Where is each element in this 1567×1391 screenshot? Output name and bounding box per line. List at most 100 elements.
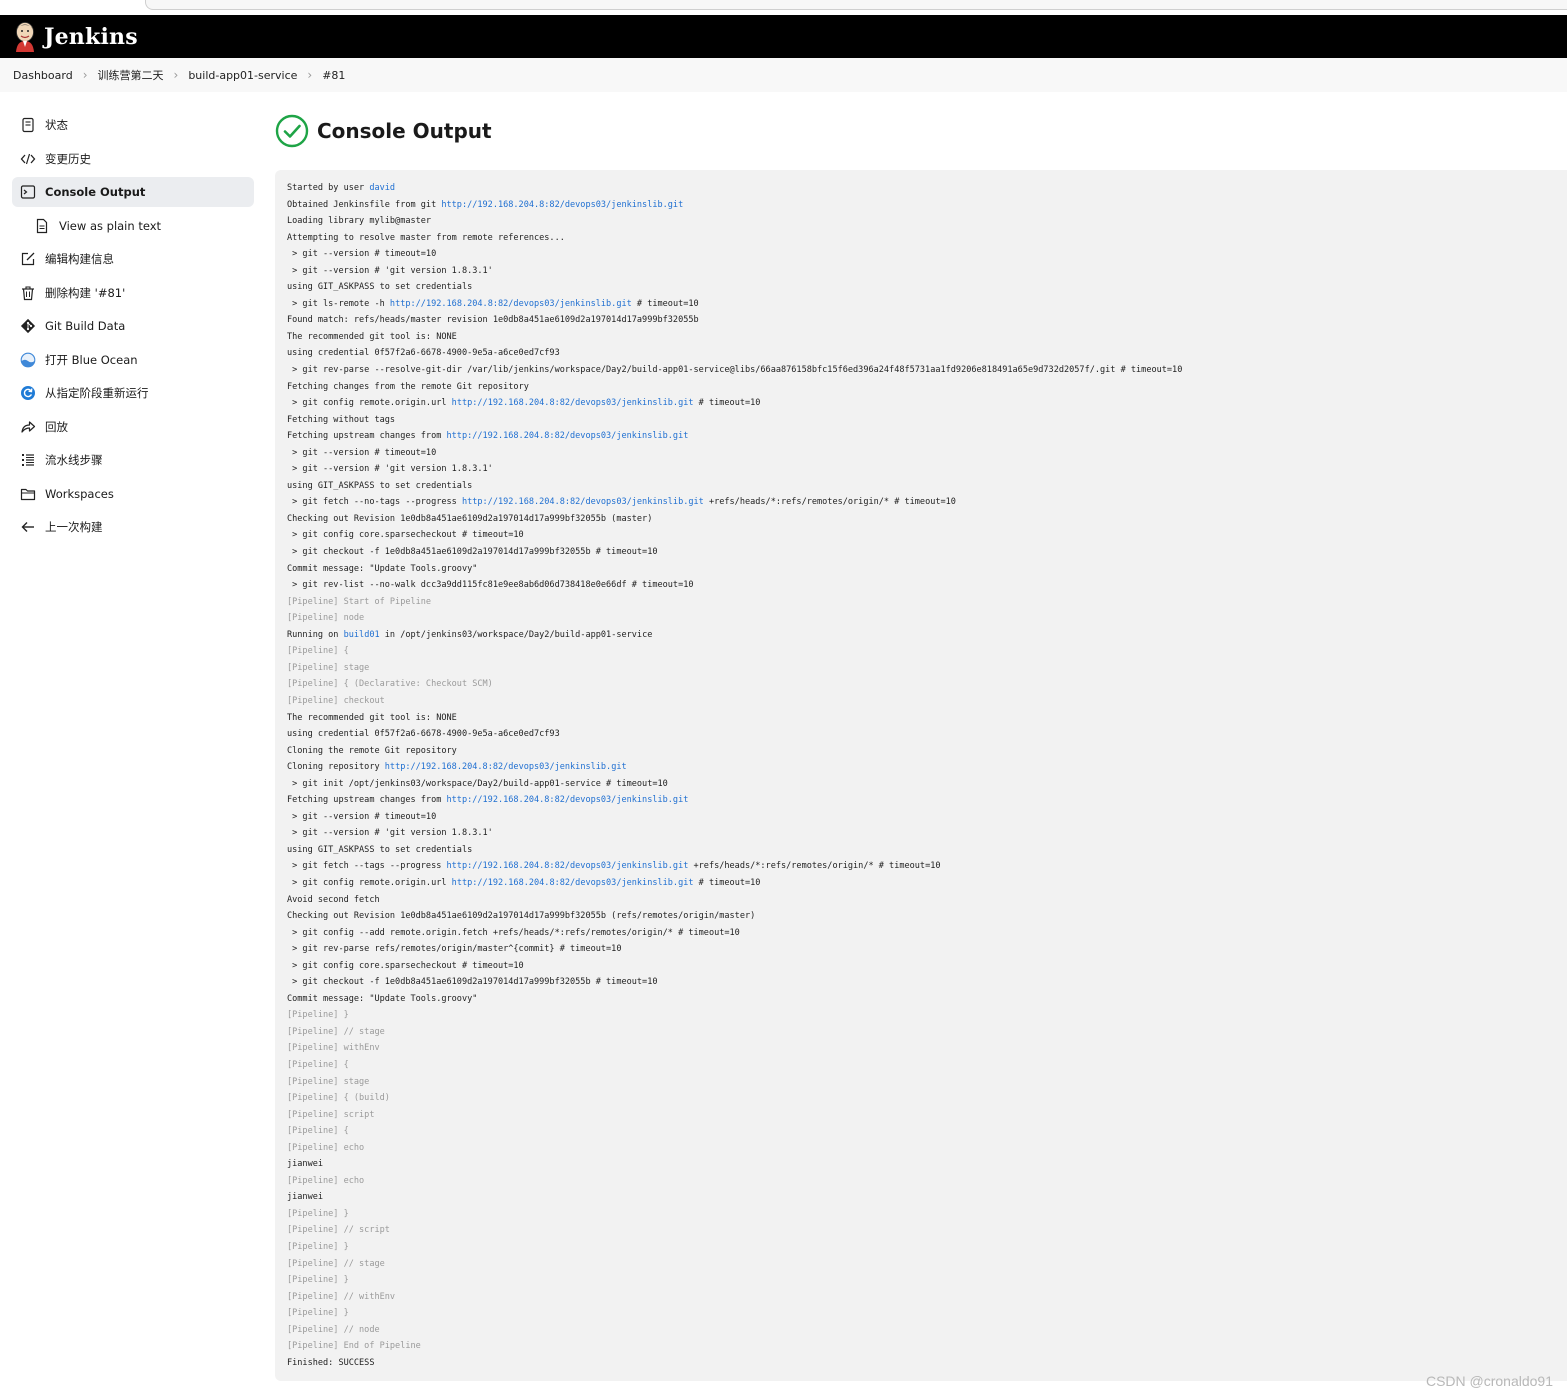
console-line-text: Found match: refs/heads/master revision …: [287, 315, 699, 326]
console-line-text: Commit message: "Update Tools.groovy": [287, 563, 478, 574]
console-line-text: Running on: [287, 629, 344, 640]
console-link[interactable]: build01: [344, 630, 380, 640]
console-line-text: Checking out Revision 1e0db8a451ae6109d2…: [287, 513, 653, 524]
sidebar-item-delete-build[interactable]: 删除构建 '#81': [12, 278, 254, 308]
console-link[interactable]: http://192.168.204.8:82/devops03/jenkins…: [447, 431, 689, 441]
console-line: Checking out Revision 1e0db8a451ae6109d2…: [287, 908, 1555, 925]
console-line-text: [Pipeline] // stage: [287, 1258, 385, 1269]
console-link[interactable]: http://192.168.204.8:82/devops03/jenkins…: [385, 762, 627, 772]
console-line: > git --version # timeout=10: [287, 246, 1555, 263]
console-line-suffix: # timeout=10: [631, 298, 699, 309]
breadcrumb-job[interactable]: build-app01-service: [188, 69, 297, 82]
sidebar-item-restart-from-stage[interactable]: 从指定阶段重新运行: [12, 378, 254, 408]
console-line: [Pipeline] }: [287, 1305, 1555, 1322]
sidebar-item-label: Git Build Data: [45, 319, 126, 333]
console-line: [Pipeline] // script: [287, 1222, 1555, 1239]
sidebar-item-label: Console Output: [45, 185, 146, 199]
console-line: [Pipeline] }: [287, 1206, 1555, 1223]
console-line-text: > git --version # timeout=10: [287, 811, 437, 822]
console-line-text: Finished: SUCCESS: [287, 1357, 375, 1368]
console-link[interactable]: http://192.168.204.8:82/devops03/jenkins…: [447, 795, 689, 805]
console-line-text: > git rev-list --no-walk dcc3a9dd115fc81…: [287, 580, 694, 591]
console-line-text: > git fetch --no-tags --progress: [287, 497, 462, 508]
folder-icon: [20, 486, 36, 502]
jenkins-logo-icon[interactable]: [12, 21, 38, 53]
sidebar-item-plain-text[interactable]: View as plain text: [12, 211, 254, 241]
browser-tab-strip: [0, 0, 1567, 15]
console-line-text: using GIT_ASKPASS to set credentials: [287, 844, 473, 855]
console-link[interactable]: http://192.168.204.8:82/devops03/jenkins…: [462, 497, 704, 507]
console-link[interactable]: david: [369, 183, 395, 193]
console-line-text: Started by user: [287, 183, 370, 193]
console-line: > git rev-list --no-walk dcc3a9dd115fc81…: [287, 577, 1555, 594]
console-line-text: jianwei: [287, 1192, 324, 1203]
console-line-text: The recommended git tool is: NONE: [287, 712, 457, 723]
console-line-text: [Pipeline] echo: [287, 1175, 365, 1186]
console-line-suffix: # timeout=10: [693, 877, 761, 888]
console-line: Obtained Jenkinsfile from git http://192…: [287, 197, 1555, 214]
console-line: [Pipeline] checkout: [287, 693, 1555, 710]
console-line: using GIT_ASKPASS to set credentials: [287, 842, 1555, 859]
console-link[interactable]: http://192.168.204.8:82/devops03/jenkins…: [441, 200, 683, 210]
console-line: > git --version # timeout=10: [287, 809, 1555, 826]
console-line-text: Cloning repository: [287, 762, 385, 773]
sidebar-item-status[interactable]: 状态: [12, 110, 254, 140]
sidebar-item-console-output[interactable]: Console Output: [12, 177, 254, 207]
console-line: Started by user david: [287, 180, 1555, 197]
blue-ocean-icon: [20, 352, 36, 368]
file-icon: [34, 218, 50, 234]
console-line: > git config core.sparsecheckout # timeo…: [287, 958, 1555, 975]
console-line-text: Checking out Revision 1e0db8a451ae6109d2…: [287, 911, 756, 922]
sidebar-item-label: 上一次构建: [45, 520, 103, 534]
console-line-text: using credential 0f57f2a6-6678-4900-9e5a…: [287, 729, 560, 740]
trash-icon: [20, 285, 36, 301]
breadcrumb-folder[interactable]: 训练营第二天: [98, 67, 164, 83]
console-line-text: > git checkout -f 1e0db8a451ae6109d2a197…: [287, 977, 658, 988]
console-line: [Pipeline] End of Pipeline: [287, 1338, 1555, 1355]
sidebar-item-edit-build-info[interactable]: 编辑构建信息: [12, 244, 254, 274]
console-line-suffix: # timeout=10: [693, 398, 761, 409]
sidebar-item-label: 流水线步骤: [45, 453, 103, 467]
console-line: > git checkout -f 1e0db8a451ae6109d2a197…: [287, 544, 1555, 561]
console-line: > git config --add remote.origin.fetch +…: [287, 925, 1555, 942]
console-output[interactable]: Started by user david Obtained Jenkinsfil…: [275, 170, 1567, 1381]
breadcrumb-dashboard[interactable]: Dashboard: [13, 69, 73, 82]
sidebar-item-previous-build[interactable]: 上一次构建: [12, 512, 254, 542]
console-line: jianwei: [287, 1156, 1555, 1173]
console-line: [Pipeline] }: [287, 1239, 1555, 1256]
sidebar-item-label: 打开 Blue Ocean: [45, 352, 138, 367]
sidebar-item-changes[interactable]: 变更历史: [12, 144, 254, 174]
arrow-left-icon: [20, 519, 36, 535]
sidebar-item-pipeline-steps[interactable]: 流水线步骤: [12, 445, 254, 475]
sidebar-item-workspaces[interactable]: Workspaces: [12, 479, 254, 509]
console-line-text: [Pipeline] {: [287, 1059, 349, 1070]
console-line-text: > git config core.sparsecheckout # timeo…: [287, 530, 524, 541]
console-line-text: [Pipeline] // stage: [287, 1026, 385, 1037]
console-line-text: using credential 0f57f2a6-6678-4900-9e5a…: [287, 348, 560, 359]
jenkins-header: Jenkins: [0, 15, 1567, 58]
console-link[interactable]: http://192.168.204.8:82/devops03/jenkins…: [452, 878, 694, 888]
console-link[interactable]: http://192.168.204.8:82/devops03/jenkins…: [447, 861, 689, 871]
console-link[interactable]: http://192.168.204.8:82/devops03/jenkins…: [452, 398, 694, 408]
console-line: [Pipeline] { (Declarative: Checkout SCM): [287, 676, 1555, 693]
restart-icon: [20, 385, 36, 401]
sidebar-item-replay[interactable]: 回放: [12, 412, 254, 442]
console-line: Commit message: "Update Tools.groovy": [287, 991, 1555, 1008]
jenkins-brand[interactable]: Jenkins: [44, 24, 138, 50]
console-line: Loading library mylib@master: [287, 213, 1555, 230]
console-line: > git --version # 'git version 1.8.3.1': [287, 461, 1555, 478]
console-line-suffix: +refs/heads/*:refs/remotes/origin/* # ti…: [688, 861, 941, 872]
console-line-text: [Pipeline] }: [287, 1208, 349, 1219]
console-line: Checking out Revision 1e0db8a451ae6109d2…: [287, 511, 1555, 528]
sidebar-item-label: 编辑构建信息: [45, 252, 114, 266]
console-line: using GIT_ASKPASS to set credentials: [287, 478, 1555, 495]
sidebar-item-git-build-data[interactable]: Git Build Data: [12, 311, 254, 341]
console-line: Avoid second fetch: [287, 892, 1555, 909]
chevron-right-icon: ›: [173, 68, 179, 82]
console-line-text: > git --version # 'git version 1.8.3.1': [287, 828, 493, 839]
console-line: > git checkout -f 1e0db8a451ae6109d2a197…: [287, 974, 1555, 991]
breadcrumb-build[interactable]: #81: [322, 69, 345, 82]
console-line: Found match: refs/heads/master revision …: [287, 312, 1555, 329]
sidebar-item-blue-ocean[interactable]: 打开 Blue Ocean: [12, 345, 254, 375]
console-link[interactable]: http://192.168.204.8:82/devops03/jenkins…: [390, 299, 632, 309]
